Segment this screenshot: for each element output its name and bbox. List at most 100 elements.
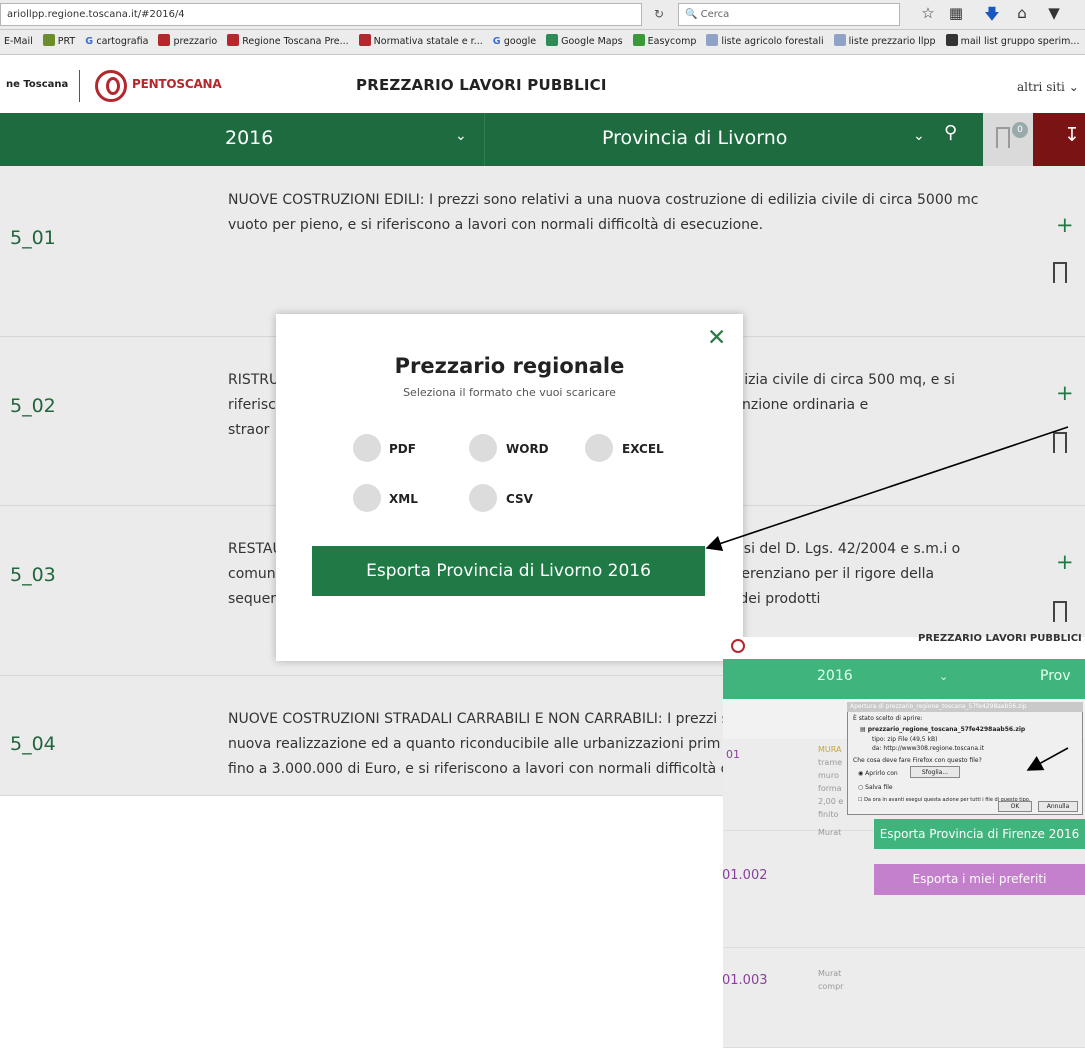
dialog-ok-button: OK [998, 801, 1032, 812]
desc-line: comun [228, 566, 276, 582]
open-with-label: Aprirlo con [865, 770, 898, 777]
bookmark-icon[interactable] [1053, 432, 1067, 453]
browser-search-input[interactable]: 🔍 Cerca [678, 3, 900, 26]
bookmark-label: PRT [57, 36, 76, 47]
province-select[interactable]: Provincia di Livorno [602, 127, 787, 149]
desc-line: forma [818, 784, 842, 793]
bookmark-google[interactable]: G google [493, 30, 536, 54]
file-name: prezzario_regione_toscana_57fe4298aab56.… [867, 726, 1026, 733]
bookmark-label: Regione Toscana Pre... [242, 36, 349, 47]
download-arrow-icon: ↧ [1064, 124, 1080, 146]
bookmark-normativa[interactable]: Normativa statale e r... [358, 30, 483, 54]
bookmark-listeprezzario[interactable]: liste prezzario llpp [833, 30, 936, 54]
item-code[interactable]: 5_04 [10, 733, 56, 755]
dialog-cancel-button: Annulla [1038, 801, 1078, 812]
zip-file-icon: ▤ [860, 726, 868, 733]
chevron-down-icon: ⌄ [1068, 80, 1079, 94]
search-icon[interactable]: ⚲ [944, 122, 957, 143]
desc-line: muro [818, 771, 839, 780]
page-title: PREZZARIO LAVORI PUBBLICI [356, 76, 607, 94]
dialog-question: Che cosa deve fare Firefox con questo fi… [853, 757, 982, 764]
inset-header: PREZZARIO LAVORI PUBBLICI [723, 633, 1085, 659]
chevron-down-icon[interactable]: ⌄ [455, 128, 467, 144]
maps-icon [546, 34, 559, 46]
desc-line: riferisc [228, 397, 276, 413]
item-code[interactable]: 5_01 [10, 227, 56, 249]
inset-export-button: Esporta Provincia di Firenze 2016 [874, 819, 1085, 849]
desc-line: nuova realizzazione ed a quanto riconduc… [228, 736, 721, 752]
brand-logo[interactable]: PENTOSCANA [132, 77, 222, 91]
radio-csv[interactable] [469, 484, 497, 512]
inset-item-code: 01.002 [722, 868, 768, 883]
add-icon[interactable]: + [1056, 550, 1074, 574]
rt-icon [358, 34, 371, 46]
reload-icon[interactable]: ↻ [648, 4, 670, 24]
add-icon[interactable]: + [1056, 213, 1074, 237]
bookmark-label: Normativa statale e r... [373, 36, 483, 47]
bookmark-email[interactable]: E-Mail [4, 30, 33, 54]
url-bar[interactable]: ariollpp.regione.toscana.it/#2016/4 [0, 3, 642, 26]
reading-list-icon[interactable]: ▦ [946, 4, 966, 22]
chevron-down-icon[interactable]: ⌄ [913, 128, 925, 144]
dialog-title: Apertura di prezzario_regione_toscana_57… [847, 702, 1083, 712]
google-icon: G [85, 36, 97, 47]
home-icon[interactable]: ⌂ [1012, 4, 1032, 22]
pocket-icon[interactable]: ▼ [1044, 4, 1064, 22]
bookmark-regione[interactable]: Regione Toscana Pre... [227, 30, 349, 54]
bookmark-agricolo[interactable]: liste agricolo forestali [706, 30, 824, 54]
star-icon[interactable]: ☆ [918, 4, 938, 22]
bookmark-label: google [503, 36, 537, 47]
other-sites-menu[interactable]: altri siti ⌄ [1017, 80, 1079, 94]
radio-word[interactable] [469, 434, 497, 462]
nav-divider [484, 113, 485, 166]
add-icon[interactable]: + [1056, 381, 1074, 405]
bookmark-maps[interactable]: Google Maps [546, 30, 623, 54]
bookmark-label: liste agricolo forestali [721, 36, 824, 47]
radio-excel[interactable] [585, 434, 613, 462]
inset-item-lines: trame muro forma 2,00 e finito [818, 756, 843, 821]
bookmark-mail-list[interactable]: mail list gruppo sperim... [945, 30, 1079, 54]
bookmark-easycomp[interactable]: Easycomp [632, 30, 696, 54]
bookmark-icon[interactable] [1053, 262, 1067, 283]
bookmark-label: Google Maps [561, 36, 623, 47]
bookmarks-bar: E-Mail PRT G cartografia prezzario Regio… [0, 30, 1085, 55]
inset-item-code: 01.003 [722, 973, 768, 988]
easycomp-icon [632, 34, 645, 46]
bookmark-cartografia[interactable]: G cartografia [85, 30, 148, 54]
mail-icon [945, 34, 958, 46]
desc-line: 2,00 e [818, 797, 844, 806]
inset-title: PREZZARIO LAVORI PUBBLICI [918, 633, 1082, 644]
desc-line: differenziano per il rigore della [719, 566, 935, 582]
item-code[interactable]: 5_02 [10, 395, 56, 417]
year-select[interactable]: 2016 [225, 127, 273, 149]
open-with-radio: ◉ Aprirlo con [858, 770, 898, 777]
save-file-radio: ○ Salva file [858, 784, 893, 791]
inset-row [723, 948, 1085, 1048]
bookmark-icon[interactable] [1053, 601, 1067, 622]
bookmark-prezzario[interactable]: prezzario [158, 30, 217, 54]
inset-item-label: MURA [818, 745, 842, 754]
inset-item-label: Murat [818, 969, 842, 978]
google-icon: G [492, 36, 504, 47]
inset-item-sub: compr [818, 982, 844, 991]
close-icon[interactable]: ✕ [707, 325, 726, 351]
export-button[interactable]: Esporta Provincia di Livorno 2016 [312, 546, 705, 596]
item-description: NUOVE COSTRUZIONI STRADALI CARRABILI E N… [228, 707, 723, 782]
dialog-file-source: da: http://www308.regione.toscana.it [872, 745, 984, 752]
bookmark-prt[interactable]: PRT [42, 30, 76, 54]
item-description-right: sensi del D. Lgs. 42/2004 e s.m.i o diffe… [719, 537, 1039, 612]
format-label-word: WORD [506, 442, 549, 456]
favorites-count-badge: 0 [1012, 122, 1028, 138]
dialog-file-name: ▤ prezzario_regione_toscana_57fe4298aab5… [860, 726, 1025, 733]
desc-line: finito [818, 810, 839, 819]
header-divider [79, 70, 80, 102]
regione-logo-text: ne Toscana [6, 79, 69, 90]
desc-line: fino a 3.000.000 di Euro, e si riferisco… [228, 761, 723, 777]
item-code[interactable]: 5_03 [10, 564, 56, 586]
modal-subtitle: Seleziona il formato che vuoi scaricare [403, 386, 616, 399]
radio-xml[interactable] [353, 484, 381, 512]
desc-line: edilizia civile di circa 500 mq, e si [719, 372, 955, 388]
chevron-down-icon: ⌄ [939, 670, 949, 683]
radio-pdf[interactable] [353, 434, 381, 462]
download-icon[interactable]: 🡇 [982, 4, 1002, 29]
